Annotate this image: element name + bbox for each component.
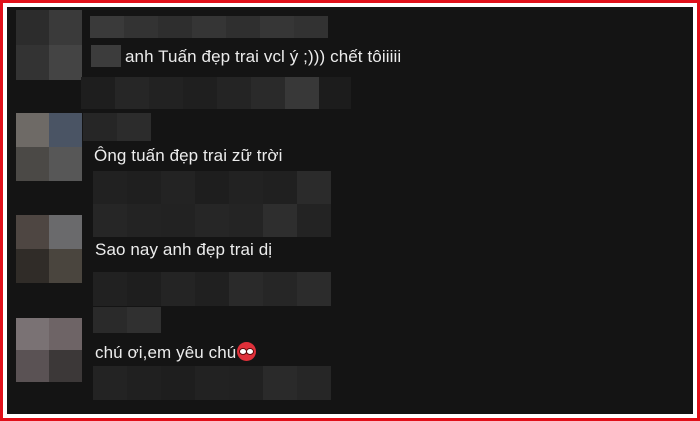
angry-face-emoji-icon bbox=[237, 342, 257, 361]
avatar[interactable] bbox=[16, 113, 82, 181]
reply-preview-blurred bbox=[93, 366, 331, 400]
comment-text: chú ơi,em yêu chú bbox=[95, 342, 257, 363]
avatar[interactable] bbox=[16, 215, 82, 283]
tagged-name-blurred[interactable] bbox=[91, 45, 121, 67]
screenshot-frame: anh Tuấn đẹp trai vcl ý ;))) chết tôiiii… bbox=[0, 0, 700, 421]
comment-text: Ông tuấn đẹp trai zữ trời bbox=[94, 146, 283, 165]
commenter-name-blurred[interactable] bbox=[93, 307, 161, 333]
avatar[interactable] bbox=[16, 10, 82, 80]
comment-text: anh Tuấn đẹp trai vcl ý ;))) chết tôiiii… bbox=[125, 47, 402, 66]
reply-preview-blurred bbox=[93, 272, 331, 306]
comment-thread: anh Tuấn đẹp trai vcl ý ;))) chết tôiiii… bbox=[7, 7, 693, 414]
reply-preview-blurred bbox=[93, 171, 331, 237]
comment-text-content: chú ơi,em yêu chú bbox=[95, 343, 237, 362]
comment-text: Sao nay anh đẹp trai dị bbox=[95, 240, 273, 259]
commenter-name-blurred[interactable] bbox=[83, 113, 151, 141]
avatar[interactable] bbox=[16, 318, 82, 382]
commenter-name-blurred[interactable] bbox=[90, 16, 328, 38]
comment-actions-blurred bbox=[81, 77, 351, 109]
